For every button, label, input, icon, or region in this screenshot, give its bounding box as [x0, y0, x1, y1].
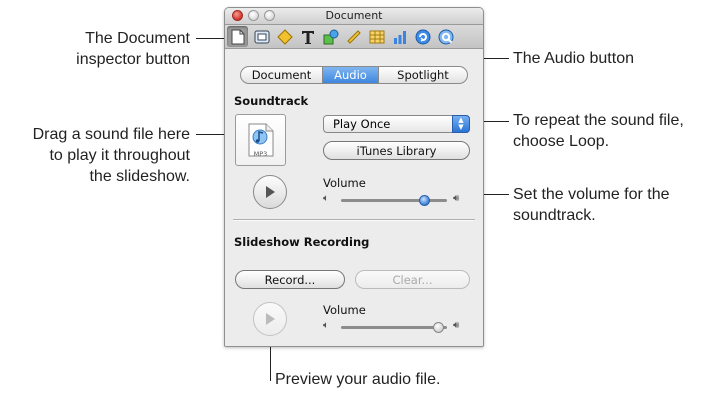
quicktime-icon [438, 29, 453, 44]
tab-audio[interactable]: Audio [323, 67, 379, 83]
chart-icon [393, 30, 406, 44]
popup-arrows-icon: ▲ ▼ [452, 115, 470, 133]
recording-volume-label: Volume [323, 303, 366, 317]
section-divider [233, 219, 475, 221]
callout-line: inspector button [76, 51, 190, 68]
hyperlink-icon [415, 29, 430, 44]
volume-high-icon: 🔊︎ [453, 320, 460, 331]
transition-icon [276, 28, 293, 45]
callout-line: the slideshow. [89, 168, 190, 185]
graphic-inspector-button[interactable] [320, 26, 341, 47]
text-inspector-button[interactable] [297, 26, 318, 47]
table-inspector-button[interactable] [366, 26, 387, 47]
table-icon [369, 30, 384, 43]
callout-audio-button: The Audio button [513, 50, 634, 67]
soundtrack-volume-slider[interactable] [341, 199, 447, 202]
callout-line: choose Loop. [513, 133, 610, 150]
callout-line: The Document [85, 30, 190, 47]
callout-line: Drag a sound file here [32, 126, 190, 143]
play-mode-popup[interactable]: Play Once ▲ ▼ [323, 115, 470, 133]
slideshow-recording-heading: Slideshow Recording [234, 235, 370, 249]
itunes-library-button[interactable]: iTunes Library [323, 141, 470, 160]
metrics-icon [346, 29, 361, 44]
tab-document[interactable]: Document [241, 67, 323, 83]
recording-preview-button[interactable] [253, 302, 287, 336]
volume-low-icon: 🔈︎ [323, 320, 329, 331]
quicktime-inspector-button[interactable] [435, 26, 456, 47]
callout-line: To repeat the sound file, [513, 112, 684, 129]
volume-low-icon: 🔈︎ [323, 193, 329, 204]
callout-line: soundtrack. [513, 207, 596, 224]
callout-document-inspector: The Document inspector button [76, 28, 190, 70]
callout-line: Set the volume for the [513, 186, 670, 203]
window-title: Document [325, 9, 383, 22]
document-icon [231, 29, 244, 44]
file-type-label: MP3 [253, 150, 268, 158]
play-mode-value: Play Once [333, 117, 391, 131]
recording-volume-knob[interactable] [433, 322, 445, 333]
document-inspector-button[interactable] [227, 26, 248, 47]
document-inspector-window: Document Document Audio Spotlight Soundt… [224, 7, 484, 347]
text-icon [301, 30, 314, 44]
soundtrack-heading: Soundtrack [234, 94, 309, 108]
title-bar: Document [225, 8, 483, 25]
recording-volume-slider[interactable] [341, 326, 447, 329]
metrics-inspector-button[interactable] [343, 26, 364, 47]
record-button[interactable]: Record... [235, 270, 345, 289]
inspector-toolbar [225, 25, 483, 49]
hyperlink-inspector-button[interactable] [412, 26, 433, 47]
callout-line: to play it throughout [49, 147, 190, 164]
soundtrack-drop-well[interactable]: MP3 [235, 114, 286, 166]
soundtrack-volume-knob[interactable] [418, 195, 430, 206]
layout-icon [254, 30, 269, 43]
clear-button: Clear... [355, 270, 470, 289]
layout-inspector-button[interactable] [251, 26, 272, 47]
callout-preview: Preview your audio file. [275, 371, 441, 388]
callout-volume: Set the volume for the soundtrack. [513, 184, 670, 226]
inspector-tabs: Document Audio Spotlight [240, 66, 468, 84]
tab-spotlight[interactable]: Spotlight [379, 67, 467, 83]
transition-inspector-button[interactable] [274, 26, 295, 47]
graphic-icon [323, 29, 338, 44]
audio-pane: Document Audio Spotlight Soundtrack MP3 … [225, 49, 483, 346]
soundtrack-play-button[interactable] [253, 175, 287, 209]
callout-drag-sound: Drag a sound file here to play it throug… [33, 124, 190, 187]
chart-inspector-button[interactable] [389, 26, 410, 47]
callout-repeat: To repeat the sound file, choose Loop. [513, 110, 684, 152]
volume-high-icon: 🔊︎ [453, 193, 460, 204]
play-icon [266, 186, 275, 198]
play-icon [266, 313, 275, 325]
soundtrack-volume-label: Volume [323, 176, 366, 190]
